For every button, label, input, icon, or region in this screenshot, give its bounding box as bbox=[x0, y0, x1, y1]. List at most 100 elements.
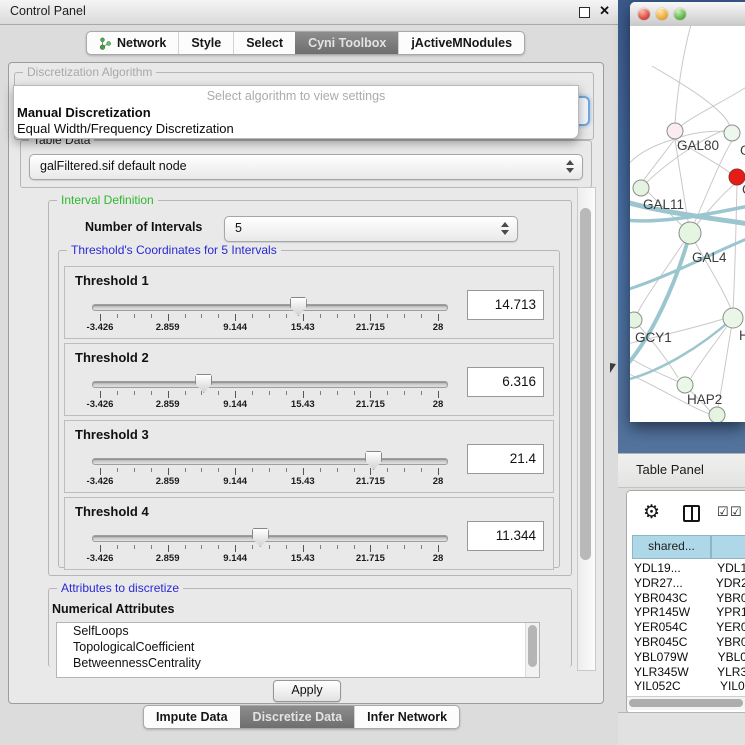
threshold-slider-track[interactable] bbox=[92, 535, 448, 542]
column-header-name[interactable]: na bbox=[711, 535, 745, 559]
tab-style[interactable]: Style bbox=[178, 32, 233, 54]
table-row[interactable]: YDR27...YDR2 bbox=[627, 576, 745, 591]
slider-tick-labels: -3.4262.8599.14415.4321.71528 bbox=[100, 553, 438, 564]
table-header-row: shared... na bbox=[627, 535, 745, 558]
zoom-traffic-light-icon[interactable] bbox=[674, 8, 686, 20]
network-node[interactable] bbox=[633, 180, 649, 196]
table-row[interactable]: YER054CYER0 bbox=[627, 620, 745, 635]
threshold-slider-track[interactable] bbox=[92, 381, 448, 388]
table-panel-title: Table Panel bbox=[636, 462, 704, 477]
tab-network[interactable]: Network bbox=[87, 32, 178, 54]
network-node[interactable] bbox=[667, 123, 683, 139]
tab-infer-network[interactable]: Infer Network bbox=[354, 706, 459, 728]
table-row[interactable]: YBR045CYBR0 bbox=[627, 635, 745, 650]
float-window-icon[interactable] bbox=[579, 7, 590, 18]
slider-ticks bbox=[100, 391, 438, 399]
table-row[interactable]: YPR145WYPR1 bbox=[627, 605, 745, 620]
close-traffic-light-icon[interactable] bbox=[638, 8, 650, 20]
table-data-group: Table Data galFiltered.sif default node bbox=[20, 140, 592, 188]
node-label: H bbox=[739, 328, 745, 343]
attribute-item[interactable]: SelfLoops bbox=[57, 623, 539, 639]
apply-button[interactable]: Apply bbox=[273, 680, 341, 702]
tab-select[interactable]: Select bbox=[233, 32, 295, 54]
threshold-panel-1: Threshold 1-3.4262.8599.14415.4321.71528… bbox=[64, 266, 554, 339]
tab-impute-data[interactable]: Impute Data bbox=[144, 706, 240, 728]
attribute-items: SelfLoopsTopologicalCoefficientBetweenne… bbox=[57, 623, 539, 671]
node-table: ⚙ ☑ ☑ shared... na YDL19...YDL1YDR27...Y… bbox=[626, 490, 745, 714]
cytoscape-desktop: GAL80GCGAL11GAL4GCY1HHAP2 bbox=[618, 0, 745, 453]
attributes-scrollbar[interactable] bbox=[525, 623, 539, 677]
node-label: GCY1 bbox=[635, 330, 672, 345]
table-rows: YDL19...YDL1YDR27...YDR2YBR043CYBR0YPR14… bbox=[627, 561, 745, 696]
scrollbar-thumb[interactable] bbox=[580, 208, 591, 560]
threshold-value-field[interactable]: 6.316 bbox=[467, 367, 544, 397]
network-icon bbox=[99, 37, 112, 50]
network-window: GAL80GCGAL11GAL4GCY1HHAP2 bbox=[630, 2, 745, 422]
checkbox-icon[interactable]: ☑ bbox=[717, 505, 729, 518]
table-horizontal-scrollbar[interactable] bbox=[627, 696, 745, 710]
table-row[interactable]: YLR345WYLR3 bbox=[627, 665, 745, 680]
network-node[interactable] bbox=[630, 312, 642, 328]
table-row[interactable]: YIL052CYIL0 bbox=[627, 679, 745, 694]
tab-label: Impute Data bbox=[156, 710, 228, 724]
slider-tick-labels: -3.4262.8599.14415.4321.71528 bbox=[100, 476, 438, 487]
discretization-algorithm-title: Discretization Algorithm bbox=[23, 65, 156, 79]
node-label: GAL11 bbox=[643, 197, 684, 212]
threshold-value-field[interactable]: 14.713 bbox=[467, 290, 544, 320]
stepper-arrows-icon bbox=[566, 159, 574, 174]
number-of-intervals-label: Number of Intervals bbox=[85, 220, 202, 234]
tab-label: Cyni Toolbox bbox=[308, 36, 386, 50]
table-toolbar: ⚙ ☑ ☑ bbox=[627, 491, 745, 535]
algorithm-popup: Select algorithm to view settings Manual… bbox=[13, 85, 579, 139]
right-footer bbox=[618, 712, 745, 745]
table-data-combobox[interactable]: galFiltered.sif default node bbox=[29, 154, 583, 180]
checkbox-icon[interactable]: ☑ bbox=[730, 505, 742, 518]
tab-jactivemnodules[interactable]: jActiveMNodules bbox=[398, 32, 524, 54]
number-of-intervals-combobox[interactable]: 5 bbox=[224, 216, 518, 242]
algorithm-option-2[interactable]: Equal Width/Frequency Discretization bbox=[17, 121, 234, 136]
tab-discretize-data[interactable]: Discretize Data bbox=[240, 706, 355, 728]
attribute-item[interactable]: BetweennessCentrality bbox=[57, 655, 539, 671]
interval-definition-title: Interval Definition bbox=[57, 193, 158, 207]
mouse-cursor bbox=[610, 363, 616, 373]
tab-cyni-toolbox[interactable]: Cyni Toolbox bbox=[295, 32, 398, 54]
table-row[interactable]: YDL19...YDL1 bbox=[627, 561, 745, 576]
gear-icon[interactable]: ⚙ bbox=[643, 503, 660, 522]
slider-ticks bbox=[100, 314, 438, 322]
column-header-shared[interactable]: shared... bbox=[632, 535, 711, 559]
panel-title: Control Panel bbox=[10, 4, 86, 18]
threshold-label: Threshold 1 bbox=[75, 273, 149, 288]
threshold-slider-track[interactable] bbox=[92, 458, 448, 465]
node-label: GAL4 bbox=[692, 250, 727, 265]
tab-label: jActiveMNodules bbox=[411, 36, 512, 50]
threshold-value-field[interactable]: 11.344 bbox=[467, 521, 544, 551]
panel-scrollbar[interactable] bbox=[577, 187, 596, 671]
tab-label: Infer Network bbox=[367, 710, 447, 724]
threshold-label: Threshold 2 bbox=[75, 350, 149, 365]
table-row[interactable]: YBL079WYBL0 bbox=[627, 650, 745, 665]
threshold-slider-track[interactable] bbox=[92, 304, 448, 311]
network-node[interactable] bbox=[677, 377, 693, 393]
network-node[interactable] bbox=[709, 407, 725, 422]
slider-ticks bbox=[100, 468, 438, 476]
thresholds-group-title: Threshold's Coordinates for 5 Intervals bbox=[67, 243, 281, 257]
network-canvas[interactable]: GAL80GCGAL11GAL4GCY1HHAP2 bbox=[630, 26, 745, 422]
threshold-label: Threshold 3 bbox=[75, 427, 149, 442]
numerical-attributes-list[interactable]: SelfLoopsTopologicalCoefficientBetweenne… bbox=[56, 622, 540, 678]
network-node[interactable] bbox=[724, 125, 740, 141]
stepper-arrows-icon bbox=[501, 221, 509, 236]
attribute-item[interactable]: TopologicalCoefficient bbox=[57, 639, 539, 655]
slider-ticks bbox=[100, 545, 438, 553]
threshold-value-field[interactable]: 21.4 bbox=[467, 444, 544, 474]
top-tab-bar: Network StyleSelect Cyni Toolbox jActiveMNo… bbox=[86, 31, 525, 55]
algorithm-option-1[interactable]: Manual Discretization bbox=[17, 105, 151, 120]
tab-label: Network bbox=[117, 36, 166, 50]
network-window-titlebar[interactable] bbox=[630, 2, 745, 27]
minimize-traffic-light-icon[interactable] bbox=[656, 8, 668, 20]
network-node[interactable] bbox=[723, 308, 743, 328]
split-columns-icon[interactable] bbox=[683, 505, 700, 522]
network-node[interactable] bbox=[679, 222, 701, 244]
close-icon[interactable]: ✕ bbox=[599, 3, 610, 19]
attributes-group-title: Attributes to discretize bbox=[57, 581, 183, 595]
table-row[interactable]: YBR043CYBR0 bbox=[627, 591, 745, 606]
